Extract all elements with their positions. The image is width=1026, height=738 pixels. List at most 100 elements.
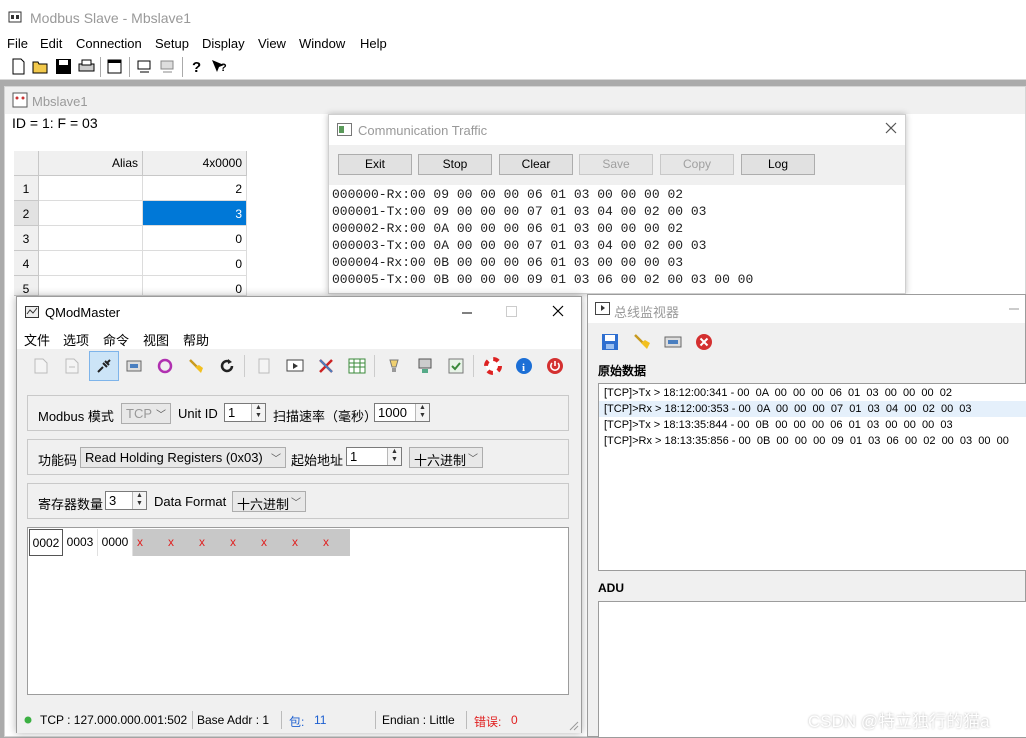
serial-port-icon[interactable] <box>663 332 683 352</box>
scan-rate-spinbox[interactable]: 1000 ▲ ▼ <box>374 403 430 422</box>
raw-data-list: [TCP]>Tx > 18:12:00:341 - 00 0A 00 00 00… <box>598 383 1026 571</box>
lifebuoy-icon[interactable] <box>484 357 502 375</box>
menu-help[interactable]: Help <box>360 36 387 51</box>
spin-arrows-icon[interactable]: ▲ ▼ <box>132 492 146 509</box>
register-value-cell[interactable]: 0 <box>143 251 247 276</box>
maximize-icon[interactable] <box>506 306 517 317</box>
alias-cell[interactable] <box>39 201 143 226</box>
alias-cell[interactable] <box>39 276 143 296</box>
spin-arrows-icon[interactable]: ▲ ▼ <box>415 404 429 421</box>
column-header-address[interactable]: 4x0000 <box>143 151 247 176</box>
menu-display[interactable]: Display <box>202 36 245 51</box>
unused-register-cell: x <box>288 529 319 556</box>
clear-button[interactable]: Clear <box>499 154 573 175</box>
close-icon[interactable] <box>885 122 897 134</box>
qmm-menu-commands[interactable]: 命令 <box>103 330 129 349</box>
register-count-spinbox[interactable]: 3 ▲ ▼ <box>105 491 147 510</box>
register-value-cell[interactable]: 2 <box>143 176 247 201</box>
connect-icon[interactable] <box>136 58 153 75</box>
minimize-icon[interactable] <box>461 307 473 317</box>
connect-button[interactable] <box>89 351 119 381</box>
register-value-cell[interactable]: 0 <box>143 276 247 296</box>
open-folder-icon[interactable] <box>32 58 49 75</box>
disconnect-icon[interactable] <box>159 58 176 75</box>
exit-button[interactable]: Exit <box>338 154 412 175</box>
qmm-menu-help[interactable]: 帮助 <box>183 330 209 349</box>
menu-setup[interactable]: Setup <box>155 36 189 51</box>
bus-log-entry[interactable]: [TCP]>Tx > 18:13:35:844 - 00 0B 00 00 00… <box>599 417 1026 433</box>
bus-monitor-icon[interactable] <box>286 357 304 375</box>
register-value-cell-selected[interactable]: 3 <box>143 201 247 226</box>
stop-button[interactable]: Stop <box>418 154 492 175</box>
start-address-format-select[interactable]: 十六进制 ﹀ <box>409 447 483 468</box>
row-header: 4 <box>14 251 39 276</box>
unit-id-label: Unit ID <box>178 406 218 421</box>
register-count-value: 3 <box>109 493 117 508</box>
register-value-cell[interactable]: 0003 <box>63 529 98 556</box>
register-value-cell[interactable]: 0000 <box>98 529 133 556</box>
log-file-icon[interactable] <box>255 357 273 375</box>
qmm-menubar: 文件 选项 命令 视图 帮助 <box>17 327 581 349</box>
spin-arrows-icon[interactable]: ▲ ▼ <box>387 448 401 465</box>
data-format-select[interactable]: 十六进制 ﹀ <box>232 491 306 512</box>
tools-icon[interactable] <box>317 357 335 375</box>
register-value-cell[interactable]: 0 <box>143 226 247 251</box>
table-icon[interactable] <box>348 357 366 375</box>
load-session-icon[interactable] <box>32 357 50 375</box>
menu-file[interactable]: File <box>7 36 28 51</box>
menu-view[interactable]: View <box>258 36 286 51</box>
info-icon[interactable]: i <box>515 357 533 375</box>
svg-text:i: i <box>522 362 525 374</box>
save-button[interactable]: Save <box>579 154 653 175</box>
alias-cell[interactable] <box>39 176 143 201</box>
svg-text:?: ? <box>220 62 227 74</box>
help-icon[interactable]: ? <box>188 58 205 75</box>
qmm-menu-file[interactable]: 文件 <box>24 330 50 349</box>
alias-cell[interactable] <box>39 226 143 251</box>
log-button[interactable]: Log <box>741 154 815 175</box>
resize-grip-icon[interactable] <box>569 721 579 731</box>
row-header: 3 <box>14 226 39 251</box>
minimize-icon[interactable] <box>1008 307 1020 311</box>
checklist-icon[interactable] <box>447 357 465 375</box>
qmm-menu-view[interactable]: 视图 <box>143 330 169 349</box>
save-icon[interactable] <box>55 58 72 75</box>
grid-corner <box>14 151 39 176</box>
save-session-icon[interactable] <box>63 357 81 375</box>
traffic-line: 000005-Tx:00 0B 00 00 00 09 01 03 06 00 … <box>332 272 754 287</box>
stop-icon[interactable] <box>694 332 714 352</box>
app-menubar: File Edit Connection Setup Display View … <box>0 34 1026 54</box>
modbus-mode-select[interactable]: TCP ﹀ <box>121 403 171 424</box>
new-file-icon[interactable] <box>10 58 27 75</box>
menu-connection[interactable]: Connection <box>76 36 142 51</box>
menu-window[interactable]: Window <box>299 36 345 51</box>
refresh-icon[interactable] <box>218 357 236 375</box>
qmm-menu-options[interactable]: 选项 <box>63 330 89 349</box>
column-header-alias[interactable]: Alias <box>39 151 143 176</box>
copy-button[interactable]: Copy <box>660 154 734 175</box>
app-icon <box>8 11 22 23</box>
alias-cell[interactable] <box>39 251 143 276</box>
bus-log-entry[interactable]: [TCP]>Rx > 18:13:35:856 - 00 0B 00 00 00… <box>599 433 1026 449</box>
unit-id-spinbox[interactable]: 1 ▲ ▼ <box>224 403 266 422</box>
close-icon[interactable] <box>552 305 564 317</box>
unused-register-cell: x <box>319 529 350 556</box>
start-address-spinbox[interactable]: 1 ▲ ▼ <box>346 447 402 466</box>
scan-icon[interactable] <box>156 357 174 375</box>
device-icon[interactable] <box>416 357 434 375</box>
save-icon[interactable] <box>600 332 620 352</box>
clear-brush-icon[interactable] <box>187 357 205 375</box>
print-icon[interactable] <box>78 58 95 75</box>
function-code-select[interactable]: Read Holding Registers (0x03) ﹀ <box>80 447 286 468</box>
bus-log-entry-selected[interactable]: [TCP]>Rx > 18:12:00:353 - 00 0A 00 00 00… <box>599 401 1026 417</box>
context-help-icon[interactable]: ? <box>210 58 227 75</box>
lamp-icon[interactable] <box>385 357 403 375</box>
bus-log-entry[interactable]: [TCP]>Tx > 18:12:00:341 - 00 0A 00 00 00… <box>599 385 1026 401</box>
window-icon[interactable] <box>106 58 123 75</box>
menu-edit[interactable]: Edit <box>40 36 62 51</box>
spin-arrows-icon[interactable]: ▲ ▼ <box>251 404 265 421</box>
clear-brush-icon[interactable] <box>632 332 652 352</box>
exit-power-icon[interactable] <box>546 357 564 375</box>
serial-port-icon[interactable] <box>125 357 143 375</box>
register-value-cell[interactable]: 0002 <box>29 529 63 556</box>
